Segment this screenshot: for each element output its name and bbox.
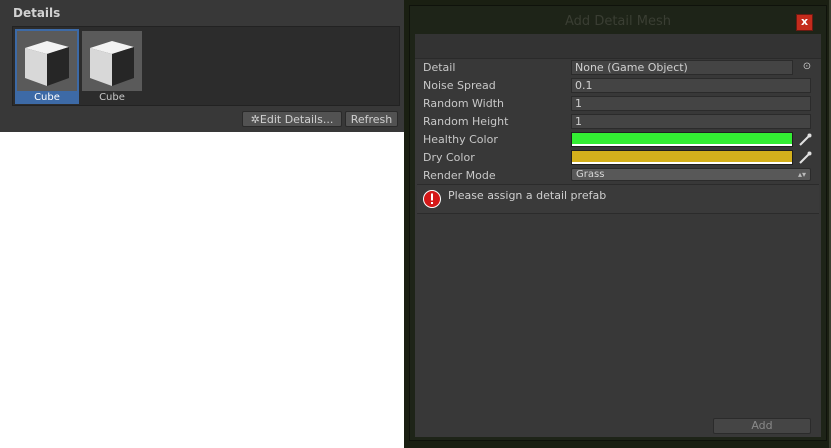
dialog-toolbar	[415, 34, 821, 59]
eyedropper-icon[interactable]	[797, 132, 813, 148]
detail-item-cube-2[interactable]: Cube	[80, 29, 144, 103]
dialog-title: Add Detail Mesh	[565, 14, 671, 29]
edit-details-label: Edit Details...	[259, 113, 334, 126]
render-mode-label: Render Mode	[423, 169, 496, 182]
add-detail-mesh-dialog: Add Detail Mesh x Detail None (Game Obje…	[409, 5, 827, 441]
random-height-field[interactable]: 1	[571, 114, 811, 129]
render-mode-value: Grass	[576, 169, 605, 180]
detail-item-cube-1[interactable]: Cube	[15, 29, 79, 104]
dry-color-field[interactable]	[571, 150, 793, 165]
render-mode-select[interactable]: Grass ▴▾	[571, 168, 811, 181]
dry-color-label: Dry Color	[423, 151, 475, 164]
detail-object-field[interactable]: None (Game Object)	[571, 60, 793, 75]
add-button[interactable]: Add	[713, 418, 811, 434]
detail-item-label: Cube	[15, 92, 79, 104]
select-arrows-icon: ▴▾	[797, 170, 806, 179]
gear-icon: ✲	[250, 113, 260, 126]
eyedropper-icon[interactable]	[797, 150, 813, 166]
detail-label: Detail	[423, 61, 456, 74]
cube-icon	[82, 31, 142, 91]
property-random-width: Random Width 1	[415, 95, 821, 113]
cube-icon	[15, 29, 79, 93]
close-button[interactable]: x	[796, 14, 813, 31]
property-noise-spread: Noise Spread 0.1	[415, 77, 821, 95]
details-panel: Details Cube Cube ✲Edit Details... Refre…	[0, 0, 404, 132]
noise-spread-label: Noise Spread	[423, 79, 496, 92]
help-box: Please assign a detail prefab	[417, 184, 819, 214]
refresh-button[interactable]: Refresh	[345, 111, 398, 127]
detail-item-label: Cube	[99, 92, 125, 103]
error-icon	[423, 190, 441, 208]
edit-details-button[interactable]: ✲Edit Details...	[242, 111, 342, 127]
random-height-label: Random Height	[423, 115, 509, 128]
dialog-body: Detail None (Game Object) ⊙ Noise Spread…	[415, 34, 821, 437]
random-width-field[interactable]: 1	[571, 96, 811, 111]
random-width-label: Random Width	[423, 97, 504, 110]
details-grid: Cube Cube	[12, 26, 400, 106]
healthy-color-field[interactable]	[571, 132, 793, 147]
details-title: Details	[13, 6, 61, 20]
object-picker-icon[interactable]: ⊙	[801, 61, 813, 73]
property-dry-color: Dry Color	[415, 149, 821, 167]
healthy-color-label: Healthy Color	[423, 133, 498, 146]
noise-spread-field[interactable]: 0.1	[571, 78, 811, 93]
property-random-height: Random Height 1	[415, 113, 821, 131]
help-text: Please assign a detail prefab	[448, 189, 607, 202]
property-render-mode: Render Mode Grass ▴▾	[415, 167, 821, 185]
property-healthy-color: Healthy Color	[415, 131, 821, 149]
property-detail: Detail None (Game Object) ⊙	[415, 59, 821, 77]
